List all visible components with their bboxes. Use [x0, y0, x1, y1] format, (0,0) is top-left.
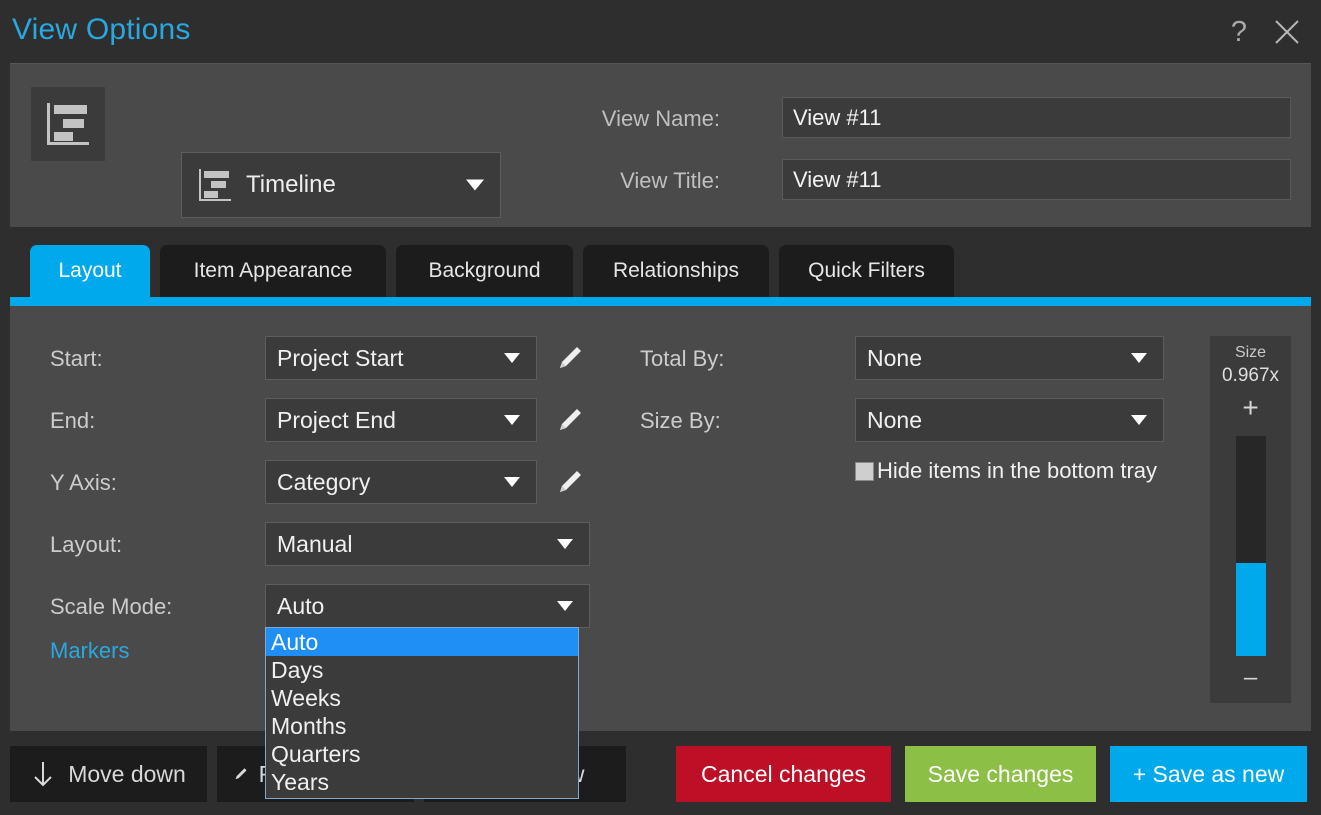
layout-select[interactable]: Manual [265, 522, 590, 566]
y-axis-label: Y Axis: [50, 470, 117, 495]
y-axis-select[interactable]: Category [265, 460, 537, 504]
start-select[interactable]: Project Start [265, 336, 537, 380]
layout-label: Layout: [50, 532, 123, 557]
page-title: View Options [12, 13, 191, 46]
layout-tab-content: Start: End: Y Axis: Layout: Scale Mode: … [10, 306, 1311, 731]
edit-end-pencil-icon[interactable] [555, 405, 585, 435]
timeline-gantt-icon [198, 168, 232, 202]
dropdown-option-years[interactable]: Years [266, 768, 578, 796]
start-value: Project Start [277, 344, 404, 371]
tab-background[interactable]: Background [396, 245, 573, 297]
view-title-input[interactable] [782, 159, 1291, 200]
chevron-down-icon [1131, 353, 1147, 363]
hide-items-checkbox-row[interactable]: Hide items in the bottom tray [855, 458, 1157, 484]
minus-icon[interactable]: – [1210, 666, 1291, 690]
arrow-down-icon [34, 762, 52, 787]
chevron-down-icon [1131, 415, 1147, 425]
chevron-down-icon [504, 353, 520, 363]
total-by-select[interactable]: None [855, 336, 1164, 380]
size-by-value: None [867, 406, 922, 433]
close-icon[interactable] [1267, 12, 1307, 52]
view-options-dialog: View Options ? Timeline View Name: View … [0, 0, 1321, 815]
end-select[interactable]: Project End [265, 398, 537, 442]
dropdown-option-days[interactable]: Days [266, 656, 578, 684]
view-title-label: View Title: [620, 168, 720, 193]
size-slider-value: 0.967x [1221, 365, 1280, 386]
scale-mode-value: Auto [277, 592, 325, 619]
tab-item-appearance[interactable]: Item Appearance [160, 245, 386, 297]
total-by-label: Total By: [640, 346, 725, 371]
total-by-value: None [867, 344, 922, 371]
move-down-label: Move down [68, 760, 186, 787]
save-as-new-label: + Save as new [1132, 760, 1285, 787]
chevron-down-icon [557, 539, 573, 549]
timeline-gantt-icon [31, 87, 105, 161]
cancel-changes-button[interactable]: Cancel changes [676, 746, 891, 802]
tab-quick-filters[interactable]: Quick Filters [779, 245, 954, 297]
plus-icon[interactable]: + [1210, 394, 1291, 422]
move-down-button[interactable]: Move down [10, 746, 207, 802]
size-by-select[interactable]: None [855, 398, 1164, 442]
tab-active-underline [10, 297, 1311, 306]
tab-layout[interactable]: Layout [30, 245, 150, 297]
cancel-changes-label: Cancel changes [701, 760, 866, 787]
chevron-down-icon [504, 477, 520, 487]
size-by-label: Size By: [640, 408, 721, 433]
dropdown-option-quarters[interactable]: Quarters [266, 740, 578, 768]
dialog-footer: Move down Rename view Delete view Cancel… [0, 731, 1321, 815]
tab-bar: Layout Item Appearance Background Relati… [0, 237, 1321, 297]
edit-start-pencil-icon[interactable] [555, 343, 585, 373]
y-axis-value: Category [277, 468, 371, 495]
size-slider-panel: Size 0.967x + – [1210, 336, 1291, 703]
help-icon[interactable]: ? [1219, 12, 1259, 52]
view-name-label: View Name: [601, 106, 720, 131]
dropdown-option-weeks[interactable]: Weeks [266, 684, 578, 712]
chevron-down-icon [466, 179, 484, 191]
chevron-down-icon [557, 601, 573, 611]
scale-mode-select[interactable]: Auto [265, 584, 590, 628]
view-name-input[interactable] [782, 97, 1291, 138]
view-type-select[interactable]: Timeline [181, 152, 501, 218]
end-label: End: [50, 408, 96, 433]
save-as-new-button[interactable]: + Save as new [1110, 746, 1307, 802]
size-slider-track[interactable] [1236, 436, 1266, 656]
hide-items-checkbox[interactable] [855, 461, 874, 481]
pencil-icon [235, 768, 247, 780]
end-value: Project End [277, 406, 396, 433]
dropdown-option-months[interactable]: Months [266, 712, 578, 740]
start-label: Start: [50, 346, 103, 371]
size-slider-fill [1236, 563, 1266, 656]
hide-items-label: Hide items in the bottom tray [877, 458, 1158, 483]
markers-link[interactable]: Markers [50, 638, 129, 664]
scale-mode-dropdown-list[interactable]: Auto Days Weeks Months Quarters Years [265, 627, 579, 799]
save-changes-label: Save changes [927, 760, 1074, 787]
view-type-value: Timeline [246, 171, 336, 198]
layout-value: Manual [277, 530, 353, 557]
scale-mode-label: Scale Mode: [50, 594, 173, 619]
chevron-down-icon [504, 415, 520, 425]
edit-y-axis-pencil-icon[interactable] [555, 467, 585, 497]
dialog-titlebar: View Options ? [0, 0, 1321, 63]
dropdown-option-auto[interactable]: Auto [266, 628, 578, 656]
tab-relationships[interactable]: Relationships [583, 245, 769, 297]
save-changes-button[interactable]: Save changes [905, 746, 1096, 802]
size-slider-title: Size [1234, 344, 1267, 361]
view-header-panel: Timeline View Name: View Title: [10, 63, 1311, 227]
